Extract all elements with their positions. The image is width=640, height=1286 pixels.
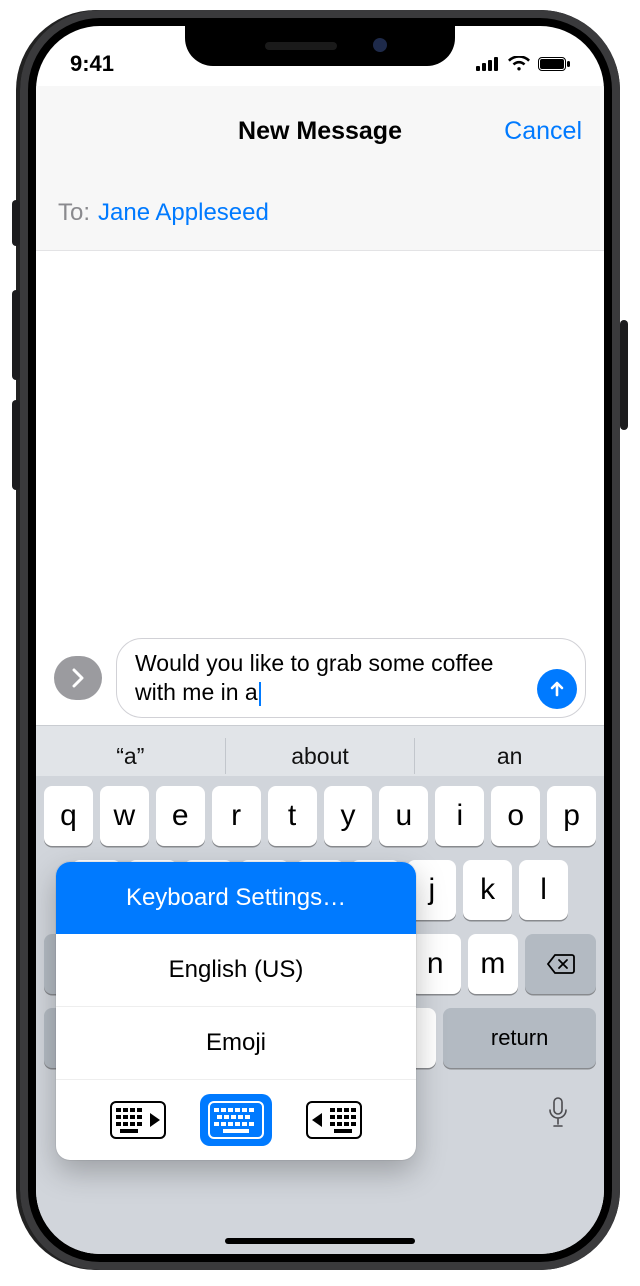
menu-emoji[interactable]: Emoji — [56, 1007, 416, 1080]
send-button[interactable] — [537, 669, 577, 709]
side-button — [620, 320, 628, 430]
keyboard-right-icon[interactable] — [298, 1094, 370, 1146]
keyboard-switcher-menu: Keyboard Settings… English (US) Emoji — [56, 862, 416, 1160]
wifi-icon — [508, 56, 530, 72]
key-p[interactable]: p — [547, 786, 596, 846]
keyboard-layout-row — [56, 1080, 416, 1160]
key-w[interactable]: w — [100, 786, 149, 846]
cellular-icon — [476, 57, 500, 71]
delete-key[interactable] — [525, 934, 596, 994]
key-i[interactable]: i — [435, 786, 484, 846]
compose-bar: Would you like to grab some coffee with … — [36, 630, 604, 726]
nav-header: New Message Cancel — [36, 86, 604, 177]
status-indicators — [476, 56, 570, 72]
keyboard: q w e r t y u i o p a s d f g h j k l — [36, 776, 604, 1254]
volume-down-button — [12, 400, 20, 490]
key-e[interactable]: e — [156, 786, 205, 846]
volume-up-button — [12, 290, 20, 380]
key-y[interactable]: y — [324, 786, 373, 846]
expand-apps-button[interactable] — [54, 656, 102, 700]
status-time: 9:41 — [70, 51, 114, 77]
phone-frame: 9:41 New Message Cancel To: Jane Applese… — [20, 10, 620, 1270]
page-title: New Message — [238, 117, 402, 146]
notch — [185, 26, 455, 66]
text-caret — [259, 682, 261, 706]
dictation-icon[interactable] — [546, 1096, 570, 1130]
battery-icon — [538, 57, 570, 71]
mute-switch — [12, 200, 20, 246]
message-text: Would you like to grab some coffee with … — [135, 650, 493, 705]
key-k[interactable]: k — [463, 860, 512, 920]
to-label: To: — [58, 199, 90, 227]
key-m[interactable]: m — [468, 934, 519, 994]
menu-english-us[interactable]: English (US) — [56, 934, 416, 1007]
key-n[interactable]: n — [410, 934, 461, 994]
home-indicator[interactable] — [225, 1238, 415, 1244]
menu-keyboard-settings[interactable]: Keyboard Settings… — [56, 862, 416, 934]
cancel-button[interactable]: Cancel — [504, 117, 582, 146]
key-l[interactable]: l — [519, 860, 568, 920]
key-r[interactable]: r — [212, 786, 261, 846]
keyboard-left-icon[interactable] — [102, 1094, 174, 1146]
recipient-name: Jane Appleseed — [98, 199, 269, 227]
keyboard-full-icon[interactable] — [200, 1094, 272, 1146]
recipient-field[interactable]: To: Jane Appleseed — [36, 176, 604, 251]
key-u[interactable]: u — [379, 786, 428, 846]
key-q[interactable]: q — [44, 786, 93, 846]
key-t[interactable]: t — [268, 786, 317, 846]
screen: 9:41 New Message Cancel To: Jane Applese… — [36, 26, 604, 1254]
message-input[interactable]: Would you like to grab some coffee with … — [116, 638, 586, 718]
key-o[interactable]: o — [491, 786, 540, 846]
return-key[interactable]: return — [443, 1008, 596, 1068]
